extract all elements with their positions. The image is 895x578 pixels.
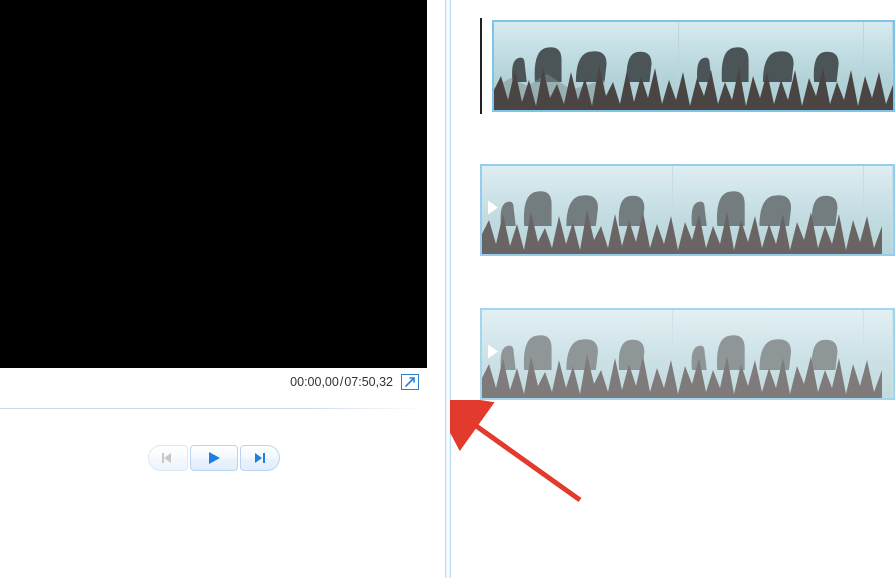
pane-divider[interactable] bbox=[445, 0, 451, 578]
previous-frame-button[interactable] bbox=[148, 445, 188, 471]
time-display: 00:00,00/07:50,32 bbox=[0, 368, 427, 396]
timeline-clip[interactable] bbox=[480, 308, 895, 400]
clip-thumbnail bbox=[673, 186, 863, 226]
video-preview[interactable] bbox=[0, 0, 427, 368]
clip-start-marker bbox=[486, 343, 500, 366]
play-icon bbox=[206, 451, 222, 465]
next-frame-icon bbox=[253, 452, 267, 464]
clip-thumbnail bbox=[679, 42, 863, 82]
clip-thumbnail bbox=[482, 330, 672, 370]
timeline-clip[interactable] bbox=[492, 20, 895, 112]
mountain-silhouette bbox=[494, 70, 605, 110]
clip-start-marker bbox=[486, 199, 500, 222]
fullscreen-button[interactable] bbox=[401, 374, 419, 390]
time-separator: / bbox=[340, 375, 343, 389]
timeline-pane bbox=[480, 0, 895, 578]
separator-line bbox=[0, 408, 427, 409]
playback-controls bbox=[0, 445, 427, 471]
clip-thumbnail bbox=[482, 186, 672, 226]
next-frame-button[interactable] bbox=[240, 445, 280, 471]
fullscreen-icon bbox=[405, 377, 415, 387]
filmstrip-edge bbox=[480, 18, 482, 114]
clip-thumbnail bbox=[673, 330, 863, 370]
prev-frame-icon bbox=[161, 452, 175, 464]
play-button[interactable] bbox=[190, 445, 238, 471]
current-time: 00:00,00 bbox=[290, 375, 339, 389]
timeline-clip[interactable] bbox=[480, 164, 895, 256]
total-time: 07:50,32 bbox=[344, 375, 393, 389]
